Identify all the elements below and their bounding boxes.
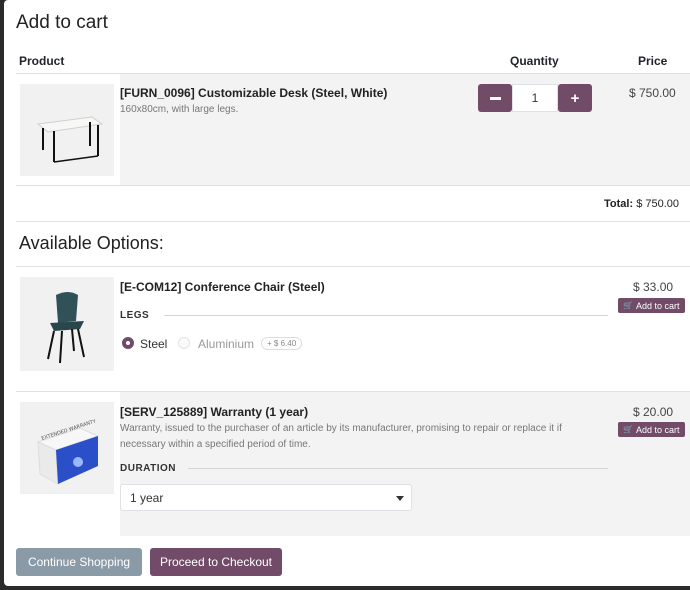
- add-chair-to-cart-button[interactable]: 🛒 Add to cart: [618, 298, 685, 313]
- option-price: $ 20.00: [633, 405, 674, 419]
- option-info-warranty: [SERV_125889] Warranty (1 year) Warranty…: [120, 392, 690, 536]
- proceed-to-checkout-button[interactable]: Proceed to Checkout: [150, 548, 282, 576]
- cart-total: Total: $ 750.00: [604, 198, 679, 210]
- add-to-cart-label: Add to cart: [635, 300, 680, 311]
- radio-aluminium[interactable]: [178, 337, 190, 349]
- chair-icon: [47, 292, 85, 364]
- option-name: [SERV_125889] Warranty (1 year): [120, 405, 309, 419]
- add-warranty-to-cart-button[interactable]: 🛒 Add to cart: [618, 422, 685, 437]
- total-label: Total:: [604, 198, 634, 210]
- caret-down-icon: [396, 496, 404, 501]
- cart-icon: 🛒: [623, 425, 633, 434]
- option-info-chair: [E-COM12] Conference Chair (Steel) LEGS …: [120, 267, 690, 391]
- attribute-divider: [188, 468, 608, 469]
- radio-steel[interactable]: [122, 337, 134, 349]
- attribute-label-legs: LEGS: [120, 310, 150, 321]
- decrease-quantity-button[interactable]: [478, 84, 512, 112]
- duration-select[interactable]: 1 year: [120, 484, 412, 511]
- minus-icon: [489, 96, 501, 100]
- available-options-heading: Available Options:: [19, 233, 164, 253]
- price-cell: $ 750.00: [609, 74, 690, 185]
- product-price: $ 750.00: [629, 86, 676, 100]
- plus-icon: +: [570, 89, 580, 107]
- attribute-divider: [164, 315, 608, 316]
- option-image-chair: [20, 277, 114, 371]
- price-extra-badge: + $ 6.40: [261, 337, 303, 350]
- product-description: 160x80cm, with large legs.: [120, 104, 239, 115]
- total-value: $ 750.00: [636, 198, 680, 210]
- radio-label-aluminium[interactable]: Aluminium: [198, 337, 254, 351]
- add-to-cart-label: Add to cart: [635, 424, 680, 435]
- table-header: Product Quantity Price: [16, 52, 690, 74]
- option-row-chair: [E-COM12] Conference Chair (Steel) LEGS …: [16, 266, 690, 391]
- product-name: [FURN_0096] Customizable Desk (Steel, Wh…: [120, 86, 388, 100]
- quantity-cell: 1 +: [464, 74, 609, 185]
- header-product: Product: [19, 54, 65, 68]
- continue-shopping-button[interactable]: Continue Shopping: [16, 548, 142, 576]
- option-name: [E-COM12] Conference Chair (Steel): [120, 280, 325, 294]
- duration-select-value: 1 year: [130, 491, 164, 505]
- quantity-input[interactable]: 1: [512, 84, 558, 112]
- product-image: [20, 84, 114, 176]
- header-quantity: Quantity: [510, 54, 559, 68]
- desk-icon: [36, 116, 104, 163]
- divider: [16, 221, 690, 222]
- option-price: $ 33.00: [633, 280, 674, 294]
- add-to-cart-dialog: Add to cart Product Quantity Price [FURN…: [4, 0, 690, 586]
- dialog-title: Add to cart: [16, 12, 108, 33]
- attribute-label-duration: DURATION: [120, 463, 177, 474]
- warranty-box-icon: EXTENDED WARRANTY: [36, 418, 100, 485]
- cart-icon: 🛒: [623, 301, 633, 310]
- increase-quantity-button[interactable]: +: [558, 84, 592, 112]
- main-product-row: [FURN_0096] Customizable Desk (Steel, Wh…: [16, 74, 690, 186]
- header-price: Price: [638, 54, 668, 68]
- option-row-warranty: EXTENDED WARRANTY [SERV_125889] Warranty…: [16, 391, 690, 536]
- option-description: Warranty, issued to the purchaser of an …: [120, 423, 562, 450]
- product-info: [FURN_0096] Customizable Desk (Steel, Wh…: [120, 74, 464, 185]
- option-image-warranty: EXTENDED WARRANTY: [20, 402, 114, 494]
- radio-label-steel[interactable]: Steel: [140, 337, 167, 351]
